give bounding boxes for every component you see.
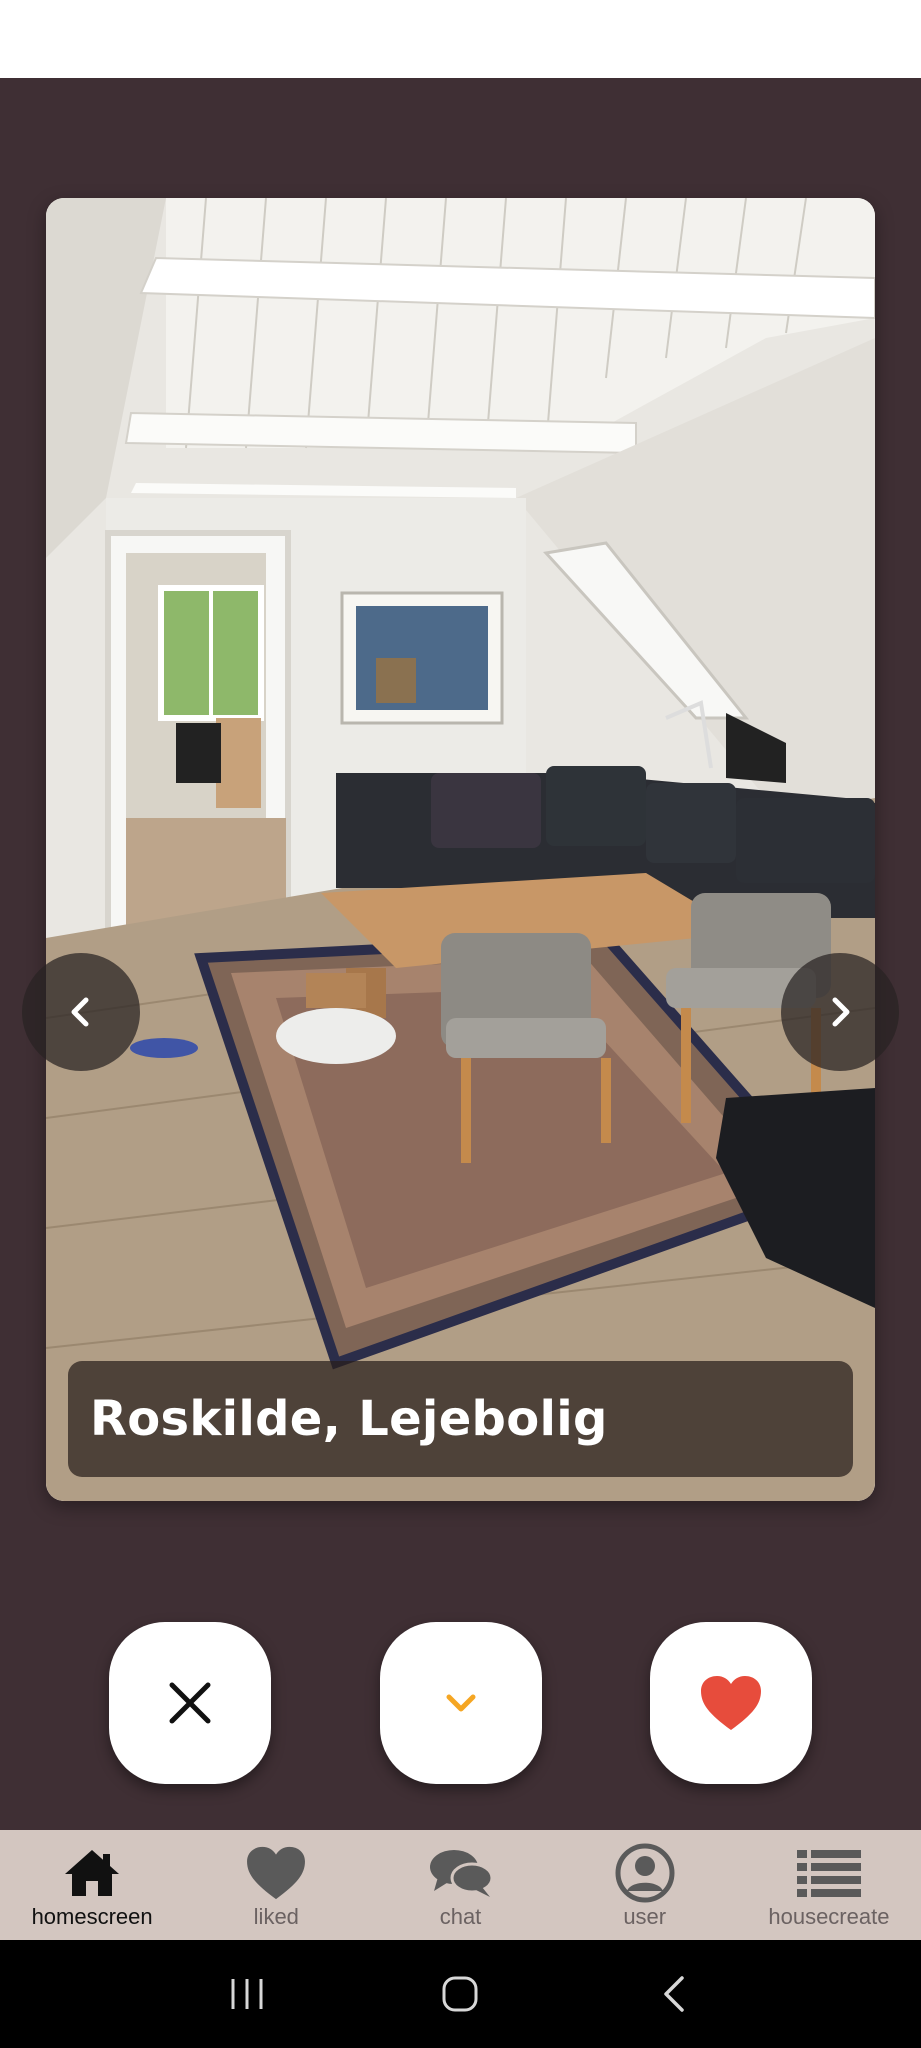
list-icon bbox=[796, 1850, 861, 1897]
recents-icon bbox=[231, 1979, 263, 2009]
heart-icon bbox=[701, 1676, 761, 1730]
like-button[interactable] bbox=[650, 1622, 812, 1784]
heart-icon bbox=[247, 1846, 306, 1900]
back-button[interactable] bbox=[634, 1964, 714, 2024]
back-icon bbox=[664, 1976, 684, 2012]
listing-caption-box: Roskilde, Lejebolig bbox=[68, 1361, 853, 1477]
chevron-down-icon bbox=[446, 1694, 476, 1712]
skip-button[interactable] bbox=[380, 1622, 542, 1784]
status-bar bbox=[0, 0, 921, 78]
bottom-tab-bar: homescreen liked chat user housecreate bbox=[0, 1830, 921, 1940]
listing-card[interactable]: Roskilde, Lejebolig bbox=[46, 198, 875, 1501]
tab-label-liked: liked bbox=[253, 1904, 299, 1929]
home-icon bbox=[65, 1850, 120, 1896]
listing-title: Roskilde, Lejebolig bbox=[90, 1391, 608, 1447]
tab-user[interactable]: user bbox=[553, 1830, 737, 1940]
home-button[interactable] bbox=[420, 1964, 500, 2024]
chat-icon bbox=[429, 1850, 493, 1897]
tab-label-chat: chat bbox=[439, 1904, 482, 1929]
tab-label-homescreen: homescreen bbox=[31, 1904, 153, 1929]
system-navigation-bar bbox=[0, 1940, 921, 2048]
tab-chat[interactable]: chat bbox=[368, 1830, 552, 1940]
home-circle-icon bbox=[442, 1976, 478, 2012]
previous-photo-button[interactable] bbox=[22, 953, 140, 1071]
living-room-photo bbox=[46, 198, 875, 1501]
recents-button[interactable] bbox=[207, 1964, 287, 2024]
chevron-left-icon bbox=[71, 997, 89, 1027]
tab-label-housecreate: housecreate bbox=[768, 1904, 890, 1929]
tab-homescreen[interactable]: homescreen bbox=[0, 1830, 184, 1940]
next-photo-button[interactable] bbox=[781, 953, 899, 1071]
tab-liked[interactable]: liked bbox=[184, 1830, 368, 1940]
dislike-button[interactable] bbox=[109, 1622, 271, 1784]
close-icon bbox=[169, 1682, 211, 1724]
chevron-right-icon bbox=[832, 997, 850, 1027]
user-icon bbox=[615, 1843, 675, 1903]
listing-photo bbox=[46, 198, 875, 1501]
tab-housecreate[interactable]: housecreate bbox=[737, 1830, 921, 1940]
tab-label-user: user bbox=[623, 1904, 667, 1929]
